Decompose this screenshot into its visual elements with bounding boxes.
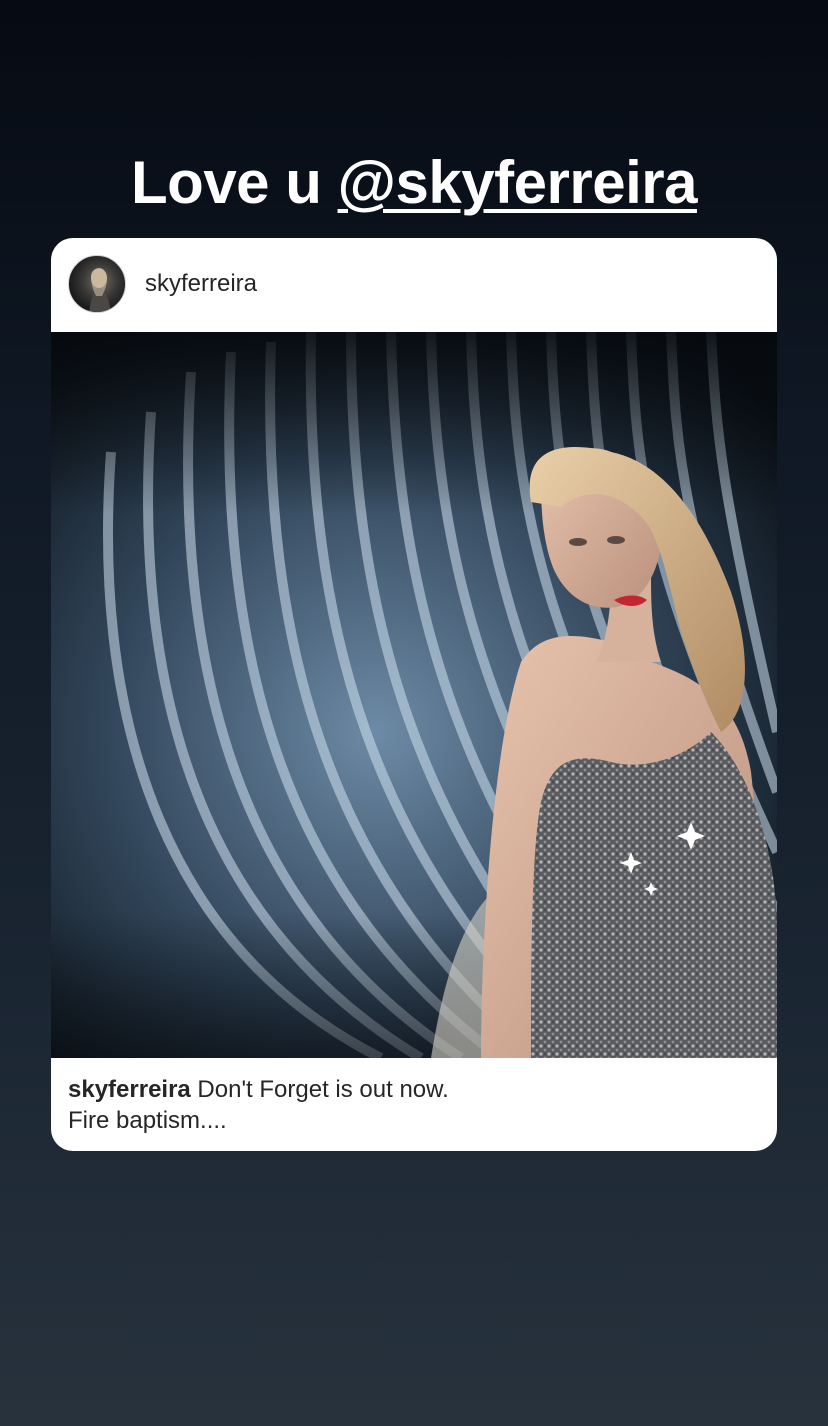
story-caption: Love u @skyferreira (0, 150, 828, 216)
post-username[interactable]: skyferreira (145, 270, 257, 298)
story-caption-text: Love u (131, 149, 338, 216)
shared-post-card[interactable]: skyferreira skyferreira Don't Forget is … (51, 238, 777, 1151)
avatar[interactable] (68, 255, 126, 313)
post-header: skyferreira (51, 238, 777, 332)
caption-text: Don't Forget is out now. (190, 1076, 449, 1103)
mention-link[interactable]: @skyferreira (338, 149, 698, 216)
caption-username[interactable]: skyferreira (68, 1076, 191, 1103)
post-caption: skyferreira Don't Forget is out now. Fir… (68, 1074, 758, 1136)
caption-line2: Fire baptism.... (68, 1107, 227, 1134)
post-photo[interactable] (51, 332, 777, 1058)
